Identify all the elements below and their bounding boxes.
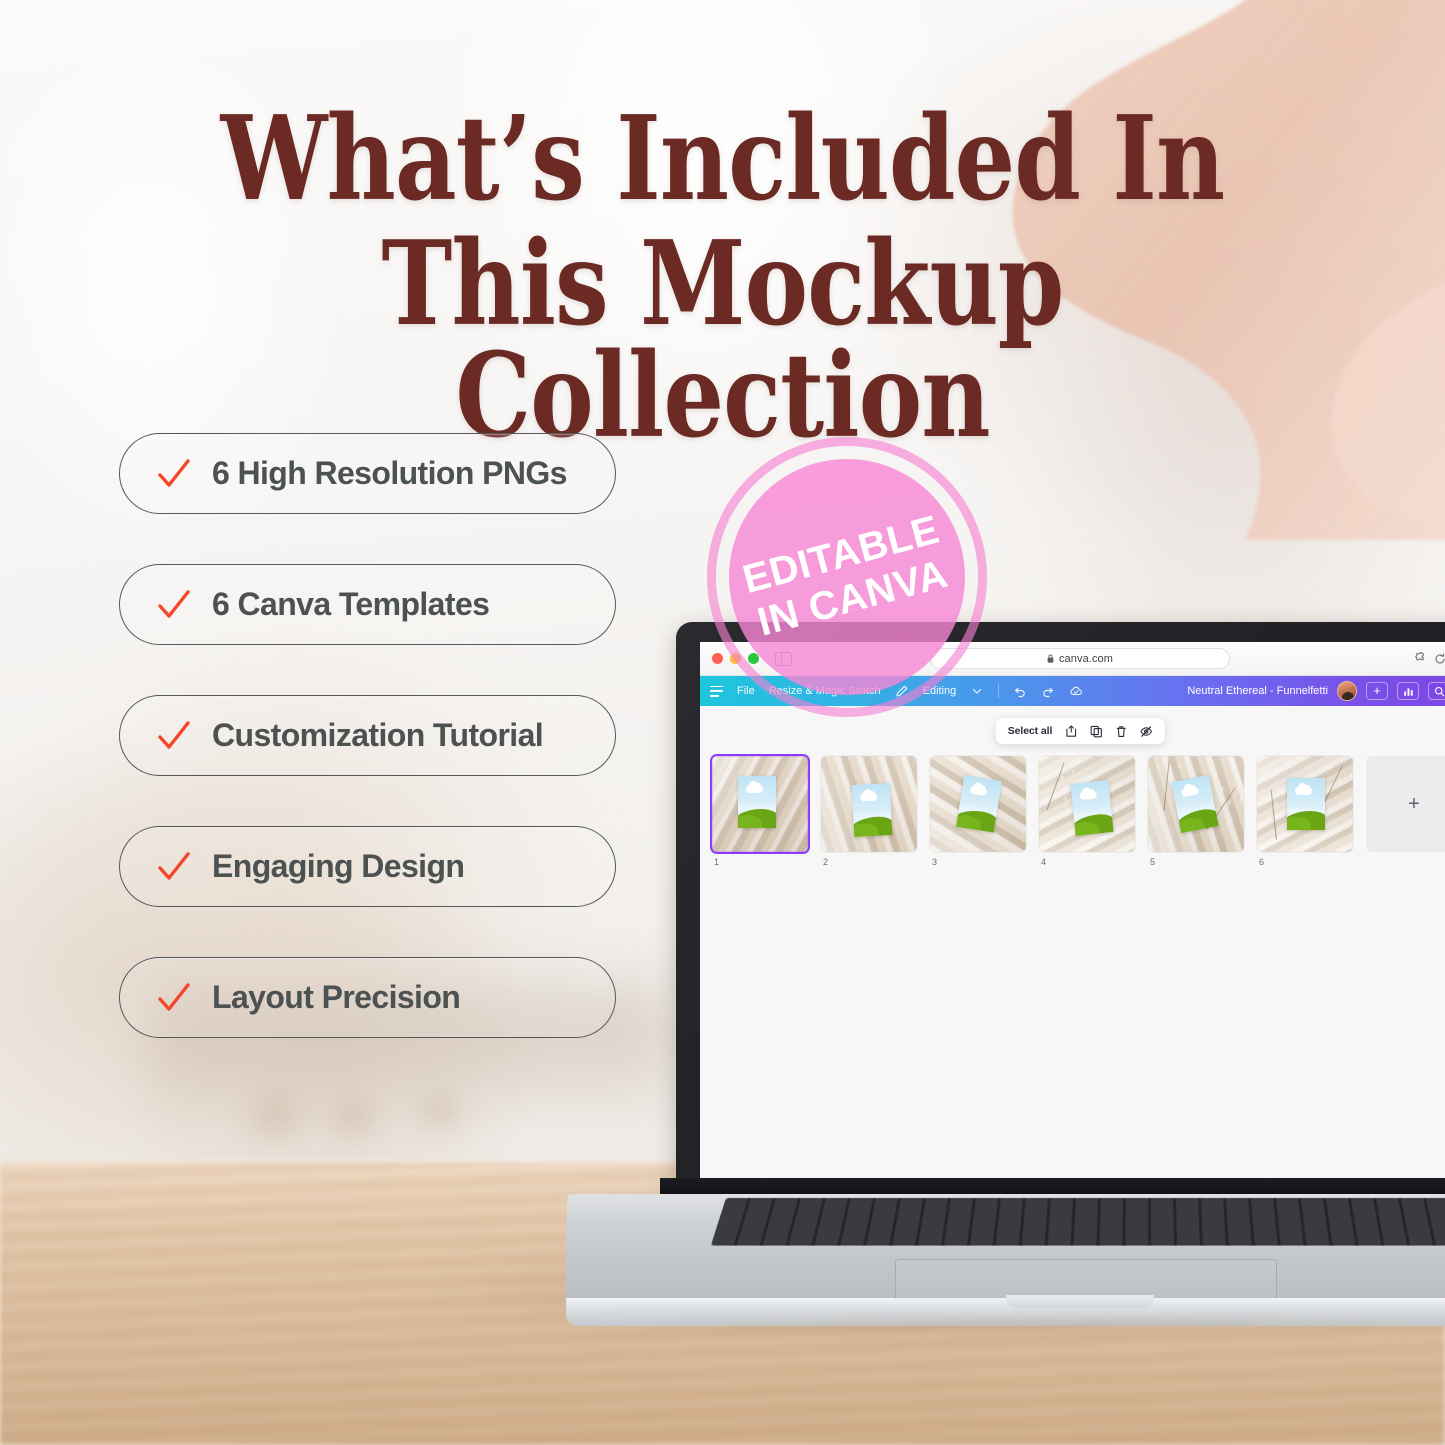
hill-shape-2: [738, 815, 762, 828]
checklist-item-tutorial[interactable]: Customization Tutorial: [119, 695, 616, 776]
plus-icon[interactable]: +: [1366, 682, 1388, 700]
page-thumbnail-image[interactable]: [821, 756, 917, 852]
page-actions-toolbar: Select all: [995, 718, 1165, 744]
laptop-base: [564, 1194, 1445, 1334]
document-title[interactable]: Neutral Ethereal - Funnelfetti: [1187, 685, 1328, 697]
select-all-button[interactable]: Select all: [1008, 725, 1053, 737]
check-icon: [154, 454, 194, 494]
background-jar-1: [250, 1090, 310, 1150]
page-thumbnail-image[interactable]: [1257, 756, 1353, 852]
placeholder-image: [851, 783, 893, 837]
hill-shape-2: [851, 822, 879, 837]
page-thumbnail-image[interactable]: [1039, 756, 1135, 852]
add-page-icon[interactable]: [1064, 724, 1077, 738]
check-icon: [154, 716, 194, 756]
puzzle-icon[interactable]: [1414, 652, 1427, 665]
undo-icon[interactable]: [1013, 684, 1027, 698]
page-number: 3: [932, 857, 938, 867]
page-thumbnail[interactable]: 6: [1257, 756, 1353, 867]
checklist-item-png[interactable]: 6 High Resolution PNGs: [119, 433, 616, 514]
cloud-shape: [1079, 790, 1098, 801]
duplicate-icon[interactable]: [1089, 725, 1102, 738]
page-thumbnail[interactable]: 1: [710, 754, 810, 867]
checklist-item-canva-templates[interactable]: 6 Canva Templates: [119, 564, 616, 645]
page-thumbnail-image[interactable]: [930, 756, 1026, 852]
cloud-shape: [1180, 786, 1200, 798]
page-thumbnail[interactable]: 5: [1148, 756, 1244, 867]
checklist-item-label: 6 Canva Templates: [212, 586, 490, 622]
checklist-item-label: Engaging Design: [212, 848, 465, 884]
laptop-keyboard: [710, 1198, 1445, 1246]
canva-workspace: Select all 1 2 3 4 5 6 +: [700, 706, 1445, 1182]
poster-canvas: What’s Included In This Mockup Collectio…: [0, 0, 1445, 1445]
placeholder-image: [738, 776, 776, 828]
address-bar-url: canva.com: [1058, 652, 1114, 665]
page-number: 1: [714, 857, 720, 867]
checklist-item-label: Layout Precision: [212, 979, 461, 1015]
background-jar-2: [330, 1095, 382, 1147]
page-number: 6: [1259, 857, 1265, 867]
checklist-item-label: Customization Tutorial: [212, 717, 544, 753]
cloud-shape: [1295, 783, 1312, 795]
delete-icon[interactable]: [1114, 725, 1127, 738]
lock-icon: [1047, 654, 1054, 663]
page-thumbnail[interactable]: 3: [930, 756, 1026, 867]
editable-in-canva-badge: EDITABLE IN CANVA: [707, 437, 987, 717]
badge-text: EDITABLE IN CANVA: [676, 406, 1019, 749]
reload-icon[interactable]: [1434, 652, 1445, 665]
cloud-saved-icon[interactable]: [1069, 684, 1083, 698]
hill-shape-2: [1287, 817, 1311, 830]
canva-toolbar-right: Neutral Ethereal - Funnelfetti +: [1187, 681, 1445, 701]
check-icon: [154, 978, 194, 1018]
avatar[interactable]: [1337, 681, 1357, 701]
search-icon[interactable]: [1428, 682, 1445, 700]
check-icon: [154, 847, 194, 887]
page-number: 4: [1041, 857, 1047, 867]
hide-page-icon[interactable]: [1139, 725, 1152, 738]
placeholder-image: [1287, 778, 1325, 830]
page-thumbnail[interactable]: 2: [821, 756, 917, 867]
checklist-item-label: 6 High Resolution PNGs: [212, 455, 567, 491]
cloud-shape: [860, 792, 878, 802]
cloud-shape: [969, 785, 988, 797]
background-jar-3: [420, 1092, 466, 1138]
laptop-contact-shadow: [576, 1320, 1445, 1334]
cloud-shape: [746, 781, 763, 793]
check-icon: [154, 585, 194, 625]
insights-icon[interactable]: [1397, 682, 1419, 700]
page-number: 5: [1150, 857, 1156, 867]
feature-checklist: 6 High Resolution PNGs 6 Canva Templates…: [119, 433, 616, 1038]
checklist-item-design[interactable]: Engaging Design: [119, 826, 616, 907]
page-thumbnail-strip: 1 2 3 4 5 6 +: [710, 754, 1445, 867]
laptop-front-notch: [1006, 1295, 1154, 1308]
page-thumbnail-image[interactable]: [710, 754, 810, 854]
browser-chrome-actions: [1414, 652, 1445, 665]
page-thumbnail[interactable]: 4: [1039, 756, 1135, 867]
page-number: 2: [823, 857, 829, 867]
redo-icon[interactable]: [1041, 684, 1055, 698]
checklist-item-layout[interactable]: Layout Precision: [119, 957, 616, 1038]
placeholder-image: [956, 775, 1002, 833]
add-page-button[interactable]: +: [1366, 756, 1445, 852]
placeholder-image: [1070, 780, 1114, 836]
toolbar-divider: [998, 684, 1000, 698]
page-thumbnail-image[interactable]: [1148, 756, 1244, 852]
